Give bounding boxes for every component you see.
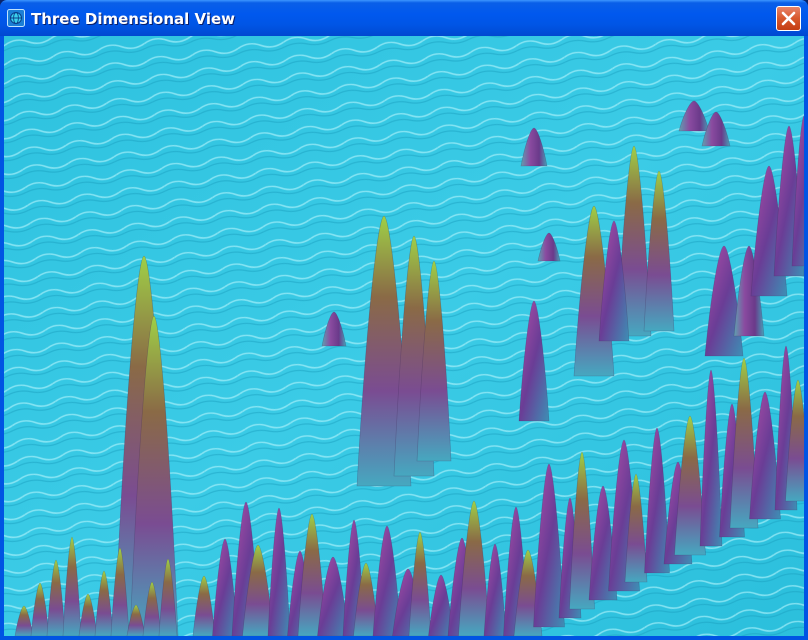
3d-surface-render[interactable]: [4, 36, 804, 636]
app-globe-icon[interactable]: [7, 9, 25, 27]
3d-viewport[interactable]: [4, 36, 804, 636]
close-x-icon: [781, 11, 796, 26]
app-window: Three Dimensional View: [0, 0, 808, 640]
close-button[interactable]: [776, 6, 801, 31]
window-title: Three Dimensional View: [31, 10, 236, 28]
title-bar[interactable]: Three Dimensional View: [0, 0, 808, 36]
